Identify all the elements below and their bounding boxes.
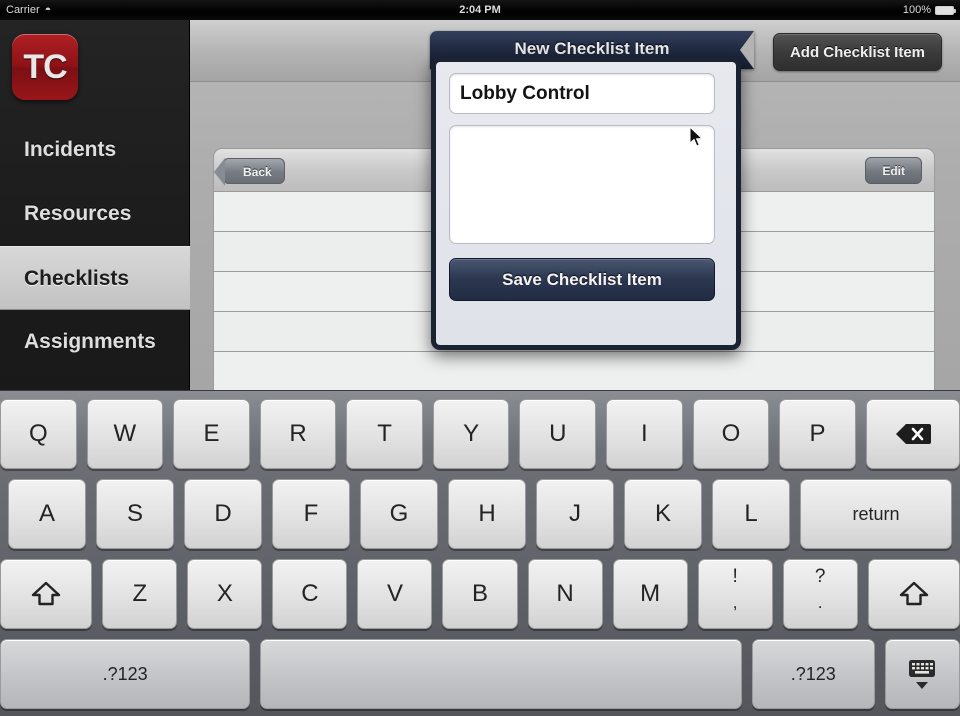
on-screen-keyboard: Q W E R T Y U I O P A S D F G H J K L re… — [0, 390, 960, 716]
sidebar: TC Incidents Resources Checklists Assign… — [0, 20, 197, 390]
key-shift-left[interactable] — [0, 559, 93, 629]
sidebar-item-label: Incidents — [24, 138, 117, 161]
edit-button[interactable]: Edit — [865, 157, 922, 184]
key-question-period[interactable]: ? . — [782, 559, 858, 629]
key-g[interactable]: G — [360, 479, 438, 549]
key-v[interactable]: V — [357, 559, 433, 629]
status-bar: Carrier ◓ 2:04 PM 100% — [0, 0, 960, 20]
ipad-screen: Carrier ◓ 2:04 PM 100% TC Incidents Reso… — [0, 0, 960, 716]
sidebar-item-label: Resources — [24, 202, 132, 225]
key-numeric-left[interactable]: .?123 — [0, 639, 251, 709]
key-hide-keyboard[interactable] — [884, 639, 960, 709]
key-c[interactable]: C — [272, 559, 348, 629]
key-k[interactable]: K — [624, 479, 702, 549]
key-exclamation-comma[interactable]: ! , — [697, 559, 773, 629]
key-y[interactable]: Y — [432, 399, 510, 469]
key-q[interactable]: Q — [0, 399, 77, 469]
key-h[interactable]: H — [448, 479, 526, 549]
key-secondary-label: , — [732, 592, 738, 612]
save-checklist-item-button[interactable]: Save Checklist Item — [449, 258, 715, 301]
table-row[interactable] — [214, 352, 934, 390]
new-checklist-item-dialog: Lobby Control Save Checklist Item — [431, 57, 741, 350]
key-n[interactable]: N — [527, 559, 603, 629]
delete-icon — [895, 422, 931, 446]
key-numeric-right[interactable]: .?123 — [751, 639, 875, 709]
key-w[interactable]: W — [86, 399, 164, 469]
sidebar-nav-list: Incidents Resources Checklists Assignmen… — [0, 118, 197, 374]
key-a[interactable]: A — [8, 479, 86, 549]
key-j[interactable]: J — [536, 479, 614, 549]
key-l[interactable]: L — [712, 479, 790, 549]
key-s[interactable]: S — [96, 479, 174, 549]
modal-body: Lobby Control Save Checklist Item — [449, 73, 723, 301]
key-f[interactable]: F — [272, 479, 350, 549]
key-shift-right[interactable] — [867, 559, 960, 629]
key-d[interactable]: D — [184, 479, 262, 549]
key-o[interactable]: O — [692, 399, 770, 469]
key-backspace[interactable] — [865, 399, 960, 469]
key-i[interactable]: I — [606, 399, 683, 469]
keyboard-row-1: Q W E R T Y U I O P — [0, 399, 960, 469]
key-primary-label: ! — [732, 566, 738, 587]
key-b[interactable]: B — [442, 559, 518, 629]
hide-keyboard-icon — [902, 657, 942, 691]
key-z[interactable]: Z — [102, 559, 178, 629]
ribbon-tail-icon — [740, 31, 754, 69]
key-r[interactable]: R — [259, 399, 337, 469]
keyboard-row-2: A S D F G H J K L return — [0, 479, 960, 549]
checklist-item-notes-input[interactable] — [449, 125, 715, 244]
sidebar-item-label: Checklists — [24, 267, 130, 290]
battery-icon — [935, 5, 956, 15]
battery-percent-label: 100% — [902, 4, 931, 16]
status-bar-right: 100% — [902, 0, 956, 20]
back-button[interactable]: Back — [214, 158, 285, 186]
checklist-item-title-input[interactable]: Lobby Control — [449, 73, 715, 114]
key-u[interactable]: U — [519, 399, 597, 469]
shift-icon — [31, 580, 61, 608]
sidebar-item-checklists[interactable]: Checklists — [0, 246, 197, 310]
key-return[interactable]: return — [800, 479, 952, 549]
key-space[interactable] — [260, 639, 742, 709]
key-e[interactable]: E — [173, 399, 250, 469]
app-logo: TC — [12, 34, 78, 100]
sidebar-item-assignments[interactable]: Assignments — [0, 310, 190, 374]
key-p[interactable]: P — [779, 399, 856, 469]
clock-label: 2:04 PM — [459, 4, 501, 16]
key-primary-label: ? — [814, 566, 826, 587]
key-x[interactable]: X — [187, 559, 263, 629]
sidebar-item-resources[interactable]: Resources — [0, 182, 190, 246]
keyboard-row-3: Z X C V B N M ! , ? . — [0, 559, 960, 629]
add-checklist-item-button[interactable]: Add Checklist Item — [772, 33, 942, 71]
shift-icon — [899, 580, 929, 608]
key-t[interactable]: T — [346, 399, 423, 469]
sidebar-item-label: Assignments — [24, 330, 156, 353]
modal-title: New Checklist Item — [514, 39, 670, 58]
keyboard-row-4: .?123 .?123 — [0, 639, 960, 709]
key-secondary-label: . — [817, 592, 823, 612]
key-m[interactable]: M — [612, 559, 688, 629]
sidebar-item-incidents[interactable]: Incidents — [0, 118, 190, 182]
